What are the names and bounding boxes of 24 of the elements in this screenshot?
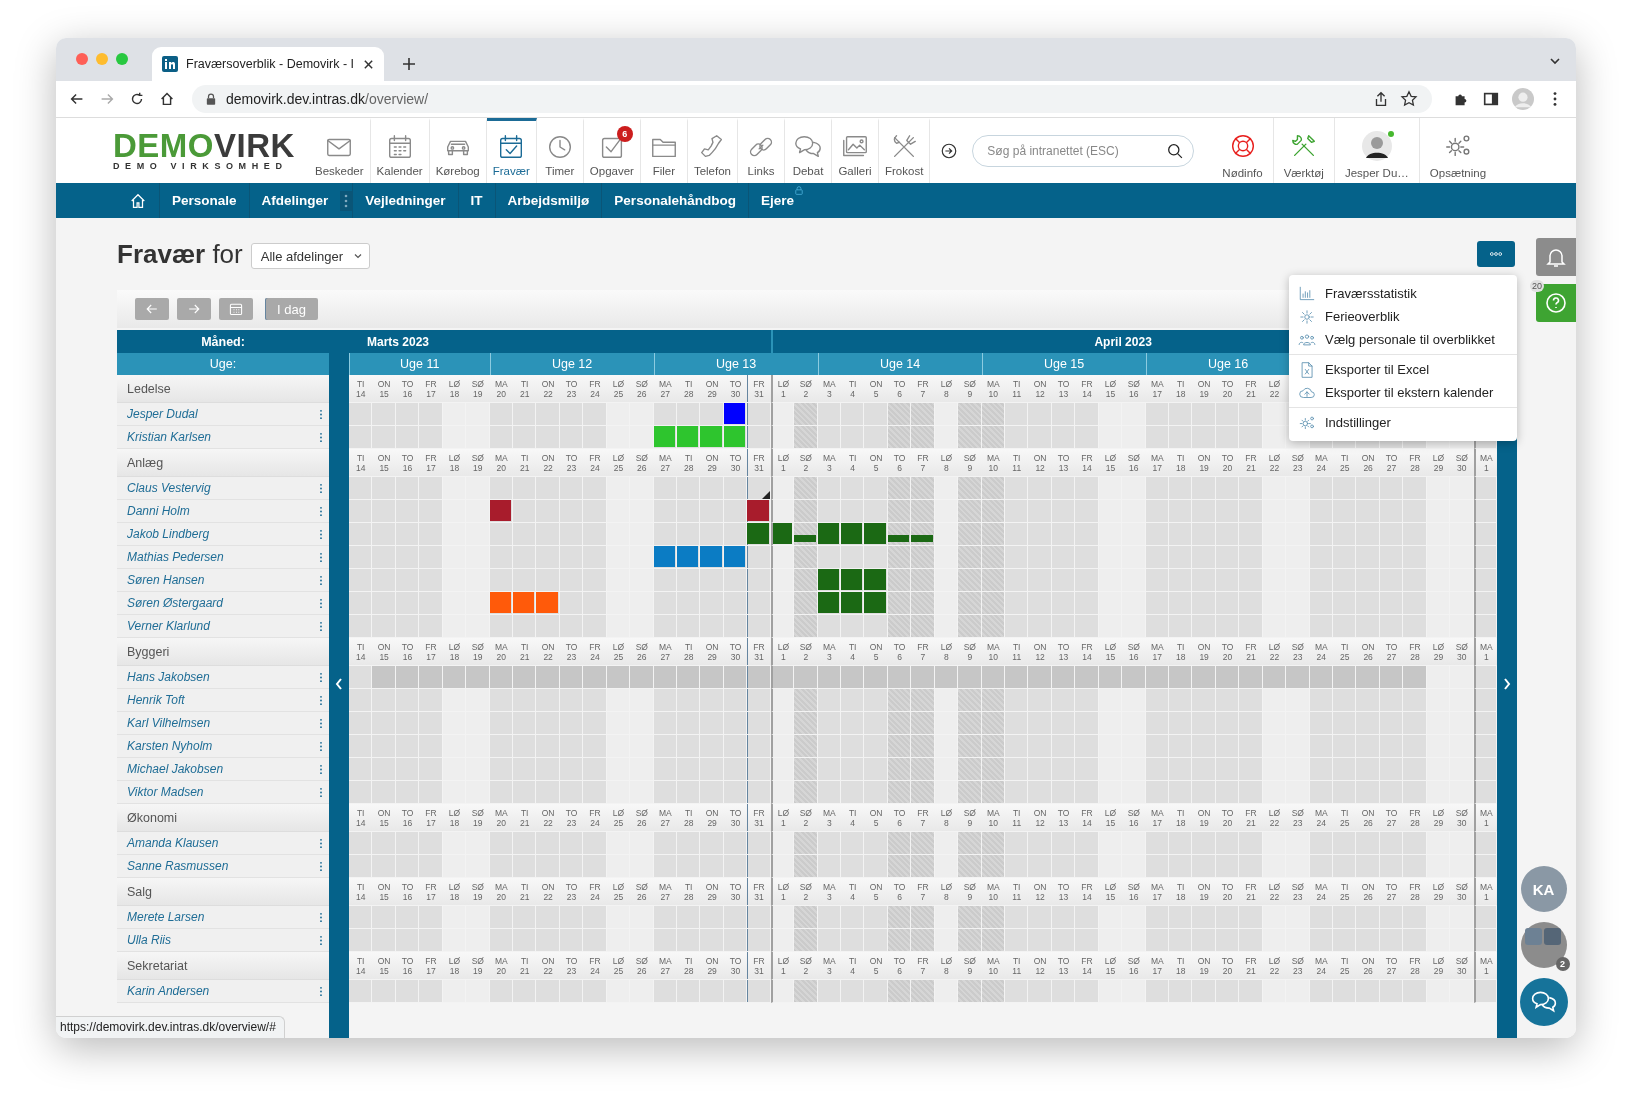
url-text: demovirk.dev.intras.dk/overview/ [226, 91, 429, 107]
tab-title: Fraværsoverblik - Demovirk - I [186, 57, 355, 71]
menu-item[interactable]: Indstillinger [1289, 411, 1517, 434]
help-count-badge: 20 [1530, 280, 1544, 292]
week-heading: Uge: [117, 353, 329, 375]
logo[interactable]: DEMOVIRK DEMO VIRKSOMHED [113, 118, 309, 183]
employee-link[interactable]: Ulla Riis [127, 933, 171, 947]
employee-link[interactable]: Henrik Toft [127, 693, 185, 707]
month-heading: Måned: [117, 330, 329, 353]
notification-badge: 6 [616, 126, 633, 142]
status-url-tooltip: https://demovirk.dev.intras.dk/overview/# [56, 1016, 285, 1038]
menu-item[interactable]: Eksporter til ekstern kalender [1289, 381, 1517, 404]
employee-link[interactable]: Danni Holm [127, 504, 190, 518]
menu-item[interactable]: Fraværsstatistik [1289, 282, 1517, 305]
menu-item[interactable]: Ferieoverblik [1289, 305, 1517, 328]
toolbar-shortcut[interactable]: Opsætning [1419, 118, 1497, 183]
department-dropdown[interactable]: Alle afdelinger [250, 243, 371, 269]
page-title: Fravær for [117, 238, 243, 270]
browser-tab[interactable]: Fraværsoverblik - Demovirk - I [152, 47, 384, 81]
address-bar[interactable]: demovirk.dev.intras.dk/overview/ [192, 85, 1432, 113]
group-chat-avatar[interactable]: 2 [1520, 922, 1567, 968]
toolbar-shortcut[interactable]: Jesper Du… [1334, 118, 1420, 183]
search-field[interactable]: Søg på intranettet (ESC) [972, 134, 1195, 167]
month-header: Marts 2023 [366, 333, 431, 351]
